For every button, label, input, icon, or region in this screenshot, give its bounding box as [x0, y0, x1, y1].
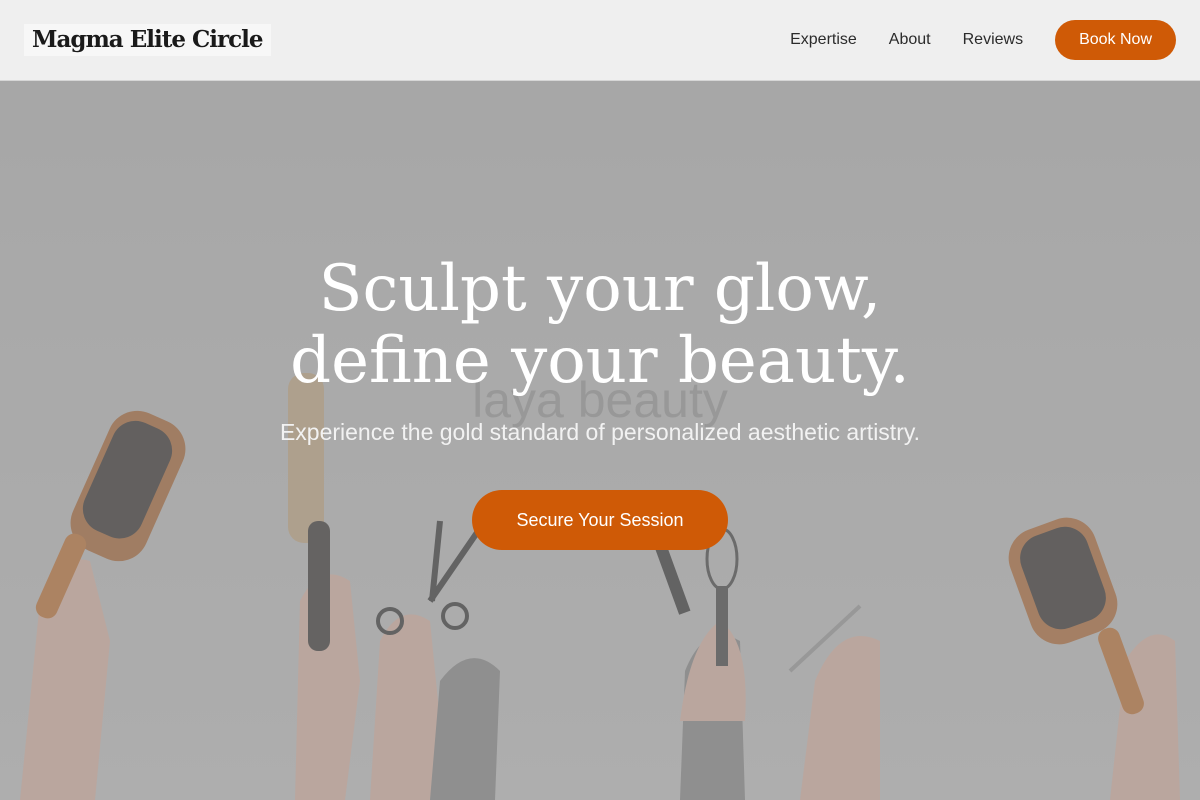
- nav-link-about[interactable]: About: [889, 31, 931, 49]
- secure-session-button[interactable]: Secure Your Session: [472, 490, 728, 550]
- main-nav: Expertise About Reviews Book Now: [790, 20, 1176, 60]
- hero-headline-line1: Sculpt your glow,: [318, 252, 882, 326]
- nav-link-reviews[interactable]: Reviews: [963, 31, 1023, 49]
- brand-logo[interactable]: Magma Elite Circle: [24, 24, 271, 56]
- nav-link-expertise[interactable]: Expertise: [790, 31, 857, 49]
- hero-section: laya beauty Sculpt your glow, define you…: [0, 81, 1200, 800]
- book-now-button[interactable]: Book Now: [1055, 20, 1176, 60]
- hero-headline: Sculpt your glow, define your beauty.: [0, 253, 1200, 397]
- hero-subheadline: Experience the gold standard of personal…: [279, 419, 921, 445]
- site-header: Magma Elite Circle Expertise About Revie…: [0, 0, 1200, 81]
- hero-headline-line2: define your beauty.: [290, 324, 910, 398]
